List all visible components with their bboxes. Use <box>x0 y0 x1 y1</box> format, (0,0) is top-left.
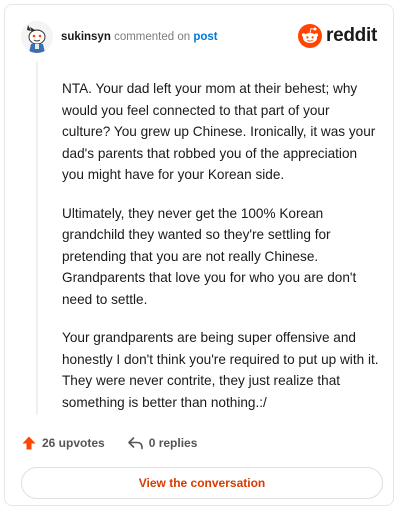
reddit-snoo-icon <box>298 24 323 48</box>
post-link[interactable]: post <box>193 31 217 43</box>
comment-embed-card: sukinsyn commented on post reddit NTA. Y… <box>4 4 394 506</box>
action-text: commented on <box>114 31 191 43</box>
reply-count: 0 replies <box>148 436 198 450</box>
comment-header: sukinsyn commented on post reddit <box>21 21 377 55</box>
comment-actions: 26 upvotes 0 replies <box>21 433 197 453</box>
replies-button[interactable]: 0 replies <box>127 435 198 451</box>
comment-paragraph: NTA. Your dad left your mom at their beh… <box>62 81 376 182</box>
thread-line <box>36 61 38 415</box>
comment-body: NTA. Your dad left your mom at their beh… <box>62 78 380 430</box>
comment-paragraph: Your grandparents are being super offens… <box>62 330 379 410</box>
snoo-avatar-icon <box>21 21 53 53</box>
comment-paragraph: Ultimately, they never get the 100% Kore… <box>62 205 357 307</box>
username[interactable]: sukinsyn <box>61 31 111 43</box>
reply-arrow-icon <box>127 437 143 450</box>
brand-wordmark: reddit <box>326 25 377 46</box>
upvote-button[interactable]: 26 upvotes <box>21 435 105 451</box>
reddit-brand[interactable]: reddit <box>298 23 377 49</box>
avatar[interactable] <box>21 21 53 53</box>
upvote-arrow-icon <box>22 436 36 450</box>
view-conversation-button[interactable]: View the conversation <box>21 467 383 499</box>
comment-meta: sukinsyn commented on post <box>61 29 218 45</box>
upvote-count: 26 upvotes <box>42 436 105 450</box>
